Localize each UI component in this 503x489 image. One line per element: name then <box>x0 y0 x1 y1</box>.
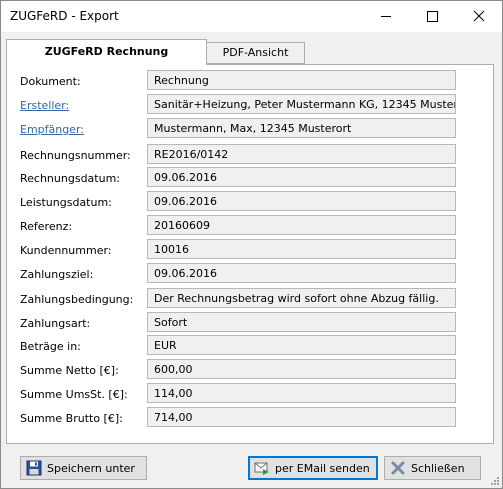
close-window-button[interactable] <box>456 1 502 32</box>
field-value[interactable]: 09.06.2016 <box>147 191 456 211</box>
minimize-icon <box>381 16 391 17</box>
field-value[interactable]: 600,00 <box>147 359 456 379</box>
field-row-zahlungsart: Zahlungsart: Sofort <box>20 312 490 334</box>
field-row-summe-brutto: Summe Brutto [€]: 714,00 <box>20 407 490 429</box>
field-value[interactable]: Der Rechnungsbetrag wird sofort ohne Abz… <box>147 288 456 308</box>
close-button[interactable]: Schließen <box>384 456 481 480</box>
field-value[interactable]: 114,00 <box>147 383 456 403</box>
field-label: Summe Netto [€]: <box>20 364 119 377</box>
field-value[interactable]: Rechnung <box>147 70 456 90</box>
send-email-label: per EMail senden <box>275 461 370 475</box>
field-row-dokument: Dokument: Rechnung <box>20 70 490 92</box>
field-value[interactable]: 09.06.2016 <box>147 263 456 283</box>
field-label: Kundennummer: <box>20 244 112 257</box>
field-row-referenz: Referenz: 20160609 <box>20 215 490 237</box>
field-row-empfaenger: Empfänger: Mustermann, Max, 12345 Muster… <box>20 118 490 140</box>
field-row-zahlungsbedingung: Zahlungsbedingung: Der Rechnungsbetrag w… <box>20 288 490 310</box>
field-label: Leistungsdatum: <box>20 196 112 209</box>
email-send-icon <box>254 462 269 475</box>
field-value[interactable]: 714,00 <box>147 407 456 427</box>
field-value[interactable]: 20160609 <box>147 215 456 235</box>
field-row-rechnungsdatum: Rechnungsdatum: 09.06.2016 <box>20 167 490 189</box>
save-as-button[interactable]: Speichern unter <box>20 456 147 480</box>
field-row-summe-umsst: Summe UmsSt. [€]: 114,00 <box>20 383 490 405</box>
field-row-betraege: Beträge in: EUR <box>20 335 490 357</box>
close-x-icon <box>391 461 405 475</box>
field-label: Referenz: <box>20 220 73 233</box>
field-label: Zahlungsart: <box>20 317 91 330</box>
field-value[interactable]: RE2016/0142 <box>147 144 456 164</box>
tab-pdf-ansicht[interactable]: PDF-Ansicht <box>207 42 305 64</box>
empfaenger-link[interactable]: Empfänger: <box>20 123 84 136</box>
field-row-ersteller: Ersteller: Sanitär+Heizung, Peter Muster… <box>20 94 490 116</box>
field-row-leistungsdatum: Leistungsdatum: 09.06.2016 <box>20 191 490 213</box>
field-value[interactable]: Mustermann, Max, 12345 Musterort <box>147 118 456 138</box>
field-value[interactable]: Sofort <box>147 312 456 332</box>
field-label: Summe Brutto [€]: <box>20 412 123 425</box>
field-label: Dokument: <box>20 75 81 88</box>
maximize-button[interactable] <box>409 1 455 32</box>
title-bar: ZUGFeRD - Export <box>1 1 502 32</box>
floppy-disk-icon <box>26 460 42 476</box>
window-title: ZUGFeRD - Export <box>10 9 119 23</box>
field-row-rechnungsnummer: Rechnungsnummer: RE2016/0142 <box>20 144 490 166</box>
field-value[interactable]: Sanitär+Heizung, Peter Mustermann KG, 12… <box>147 94 456 114</box>
send-email-button[interactable]: per EMail senden <box>248 456 378 480</box>
tab-zugferd-rechnung[interactable]: ZUGFeRD Rechnung <box>6 39 207 65</box>
field-label: Zahlungsziel: <box>20 268 94 281</box>
ersteller-link[interactable]: Ersteller: <box>20 99 69 112</box>
export-window: ZUGFeRD - Export ZUGFeRD Rechnung PDF-An… <box>0 0 503 489</box>
minimize-button[interactable] <box>363 1 409 32</box>
invoice-panel: Dokument: Rechnung Ersteller: Sanitär+He… <box>6 64 494 444</box>
field-label: Rechnungsdatum: <box>20 172 120 185</box>
field-label: Rechnungsnummer: <box>20 149 131 162</box>
field-label: Zahlungsbedingung: <box>20 293 134 306</box>
resize-grip-icon[interactable] <box>490 476 500 486</box>
maximize-icon <box>427 11 438 22</box>
close-label: Schließen <box>411 461 465 475</box>
field-value[interactable]: EUR <box>147 335 456 355</box>
close-icon <box>473 10 485 22</box>
field-value[interactable]: 09.06.2016 <box>147 167 456 187</box>
field-row-summe-netto: Summe Netto [€]: 600,00 <box>20 359 490 381</box>
field-label: Beträge in: <box>20 340 81 353</box>
save-as-label: Speichern unter <box>47 461 135 475</box>
field-label: Summe UmsSt. [€]: <box>20 388 128 401</box>
field-value[interactable]: 10016 <box>147 239 456 259</box>
field-row-zahlungsziel: Zahlungsziel: 09.06.2016 <box>20 263 490 285</box>
field-row-kundennummer: Kundennummer: 10016 <box>20 239 490 261</box>
